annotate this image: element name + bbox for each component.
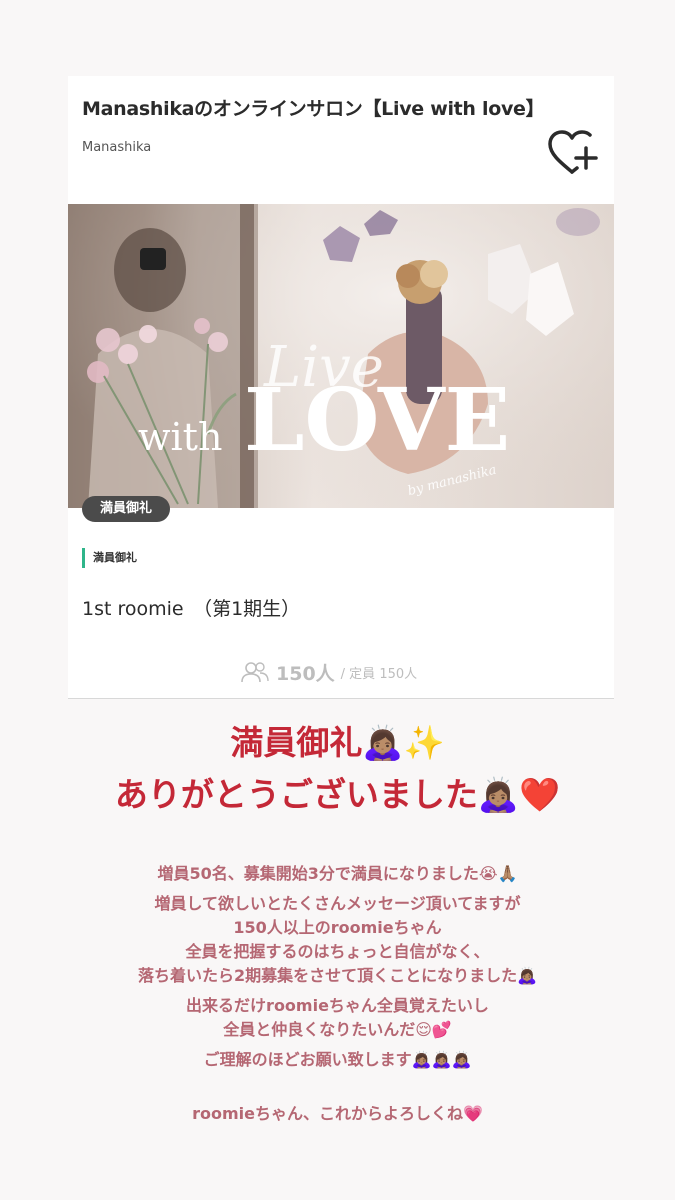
headline-line-2: ありがとうございました🙇🏽‍♀️❤️ <box>114 775 561 814</box>
people-icon <box>241 662 269 683</box>
cover-with-text: with <box>138 415 222 459</box>
message-line: 出来るだけroomieちゃん全員覚えたいし <box>186 996 489 1015</box>
status-badge: 満員御礼 <box>82 496 171 522</box>
message-line: 増員して欲しいとたくさんメッセージ頂いてますが <box>154 894 521 913</box>
message-line: 全員を把握するのはちょっと自信がなく、 <box>185 942 490 961</box>
plan-tag: 満員御礼 <box>82 548 137 568</box>
member-count: 150人 / 定員 150人 <box>240 658 417 686</box>
salon-author[interactable]: Manashika <box>82 140 151 155</box>
cover-love-text: LOVE <box>244 370 510 471</box>
salon-cover-image[interactable]: Live with LOVE by manashika <box>68 204 614 508</box>
member-capacity: / 定員 150人 <box>340 666 418 682</box>
message-line: 150人以上のroomieちゃん <box>233 918 442 937</box>
salon-card[interactable]: Manashikaのオンラインサロン【Live with love】 Manas… <box>68 76 614 699</box>
member-count-value: 150人 <box>276 662 335 685</box>
message-line: ご理解のほどお願い致します🙇🏽‍♀️🙇🏽‍♀️🙇🏽‍♀️ <box>203 1050 472 1069</box>
message-line: 全員と仲良くなりたいんだ😌💕 <box>223 1020 452 1039</box>
message-line: 増員50名、募集開始3分で満員になりました😭🙏🏽 <box>157 864 518 883</box>
heart-plus-icon <box>548 130 598 174</box>
message-line: 落ち着いたら2期募集をさせて頂くことになりました🙇🏽‍♀️ <box>137 966 538 985</box>
favorite-button[interactable] <box>544 128 600 178</box>
headline-line-1: 満員御礼🙇🏽‍♀️✨ <box>230 723 445 762</box>
plan-name[interactable]: 1st roomie （第1期生） <box>82 594 300 621</box>
message-line: roomieちゃん、これからよろしくね💗 <box>192 1104 483 1123</box>
salon-title[interactable]: Manashikaのオンラインサロン【Live with love】 <box>82 94 602 121</box>
